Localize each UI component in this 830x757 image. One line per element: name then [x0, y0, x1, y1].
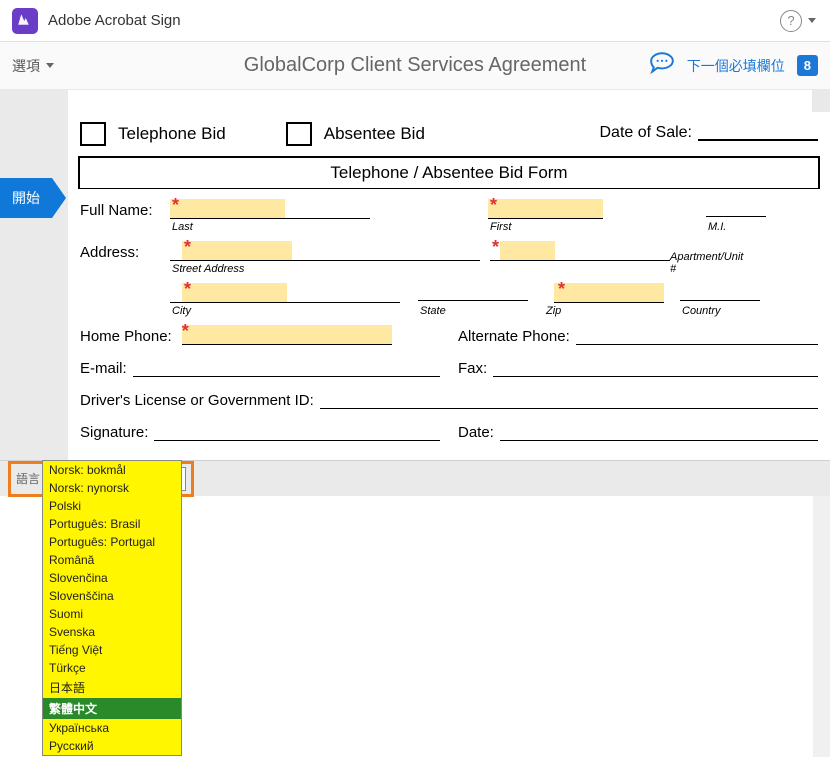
document-toolbar: 選項 GlobalCorp Client Services Agreement … [0, 42, 830, 90]
language-option[interactable]: Norsk: nynorsk [43, 479, 181, 497]
mi-caption: M.I. [708, 221, 726, 233]
zip-caption: Zip [546, 305, 561, 317]
options-button[interactable]: 選項 [0, 56, 66, 76]
language-option[interactable]: Polski [43, 497, 181, 515]
date-label: Date: [458, 424, 494, 441]
language-option[interactable]: Suomi [43, 605, 181, 623]
absentee-bid-checkbox[interactable] [286, 122, 312, 146]
first-caption: First [490, 221, 511, 233]
state-caption: State [420, 305, 446, 317]
document-title: GlobalCorp Client Services Agreement [244, 54, 586, 77]
signature-input[interactable] [154, 423, 440, 441]
left-sidebar: 開始 [0, 90, 68, 460]
country-caption: Country [682, 305, 721, 317]
city-caption: City [172, 305, 191, 317]
language-option[interactable]: Türkçe [43, 659, 181, 677]
language-label: 語言 [16, 470, 40, 487]
chevron-down-icon[interactable] [808, 18, 816, 23]
date-of-sale-input[interactable] [698, 125, 818, 141]
document-area: Telephone Bid Absentee Bid Date of Sale:… [68, 90, 830, 460]
zip-input[interactable] [554, 283, 664, 303]
form-section-title: Telephone / Absentee Bid Form [78, 156, 820, 189]
gov-id-label: Driver's License or Government ID: [80, 392, 314, 409]
language-option[interactable]: 繁體中文 [43, 698, 181, 719]
signature-label: Signature: [80, 424, 148, 441]
home-phone-label: Home Phone: [80, 328, 172, 345]
language-option[interactable]: 日本語 [43, 677, 181, 698]
language-option[interactable]: Українська [43, 719, 181, 737]
first-name-input[interactable] [488, 199, 603, 219]
fax-label: Fax: [458, 360, 487, 377]
home-phone-input[interactable] [182, 325, 392, 345]
required-star-icon: * [182, 321, 189, 342]
street-caption: Street Address [172, 263, 244, 275]
alt-phone-input[interactable] [576, 327, 818, 345]
required-star-icon: * [490, 195, 497, 216]
email-label: E-mail: [80, 360, 127, 377]
language-option[interactable]: Svenska [43, 623, 181, 641]
language-option[interactable]: Русский [43, 737, 181, 755]
required-star-icon: * [558, 279, 565, 300]
last-caption: Last [172, 221, 193, 233]
absentee-bid-label: Absentee Bid [324, 124, 425, 144]
date-of-sale-row: Date of Sale: [600, 124, 819, 142]
address-label: Address: [80, 244, 170, 261]
alt-phone-label: Alternate Phone: [458, 328, 570, 345]
language-option[interactable]: Português: Brasil [43, 515, 181, 533]
apt-caption: Apartment/Unit # [670, 251, 743, 275]
language-option[interactable]: Português: Portugal [43, 533, 181, 551]
language-option[interactable]: Slovenščina [43, 587, 181, 605]
full-name-label: Full Name: [80, 202, 170, 219]
language-option[interactable]: Tiếng Việt [43, 641, 181, 659]
language-option[interactable]: Slovenčina [43, 569, 181, 587]
email-input[interactable] [133, 359, 440, 377]
app-title: Adobe Acrobat Sign [48, 12, 181, 29]
telephone-bid-label: Telephone Bid [118, 124, 226, 144]
chevron-down-icon [46, 63, 54, 68]
help-icon[interactable]: ? [780, 10, 802, 32]
telephone-bid-checkbox[interactable] [80, 122, 106, 146]
required-count-badge[interactable]: 8 [797, 55, 818, 76]
workspace: 開始 Telephone Bid Absentee Bid Date of Sa… [0, 90, 830, 460]
next-required-field-link[interactable]: 下一個必填欄位 [687, 56, 785, 76]
language-option[interactable]: Norsk: bokmål [43, 461, 181, 479]
language-option[interactable]: Română [43, 551, 181, 569]
fax-input[interactable] [493, 359, 818, 377]
date-of-sale-label: Date of Sale: [600, 124, 693, 142]
date-input[interactable] [500, 423, 818, 441]
comment-icon[interactable] [649, 52, 675, 79]
doc-scroll-indicator[interactable] [812, 90, 830, 112]
start-tag[interactable]: 開始 [0, 178, 52, 218]
gov-id-input[interactable] [320, 391, 818, 409]
app-header: Adobe Acrobat Sign ? [0, 0, 830, 42]
options-label: 選項 [12, 56, 40, 76]
language-dropdown-panel[interactable]: Norsk: bokmålNorsk: nynorskPolskiPortugu… [42, 460, 182, 756]
acrobat-logo-icon [12, 8, 38, 34]
